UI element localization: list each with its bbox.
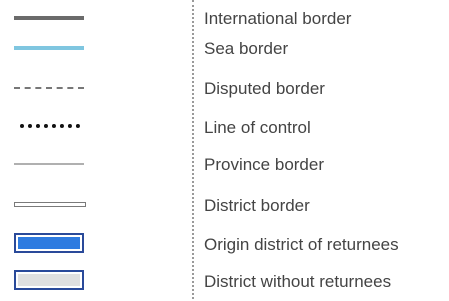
international-border-symbol (14, 16, 84, 20)
legend-label: District without returnees (204, 272, 392, 291)
legend-item-district-border: District border (0, 187, 449, 225)
origin-district-swatch (14, 233, 84, 253)
legend-label: Line of control (204, 118, 311, 137)
legend-label: District border (204, 196, 310, 215)
legend-item-province-border: Province border (0, 146, 449, 184)
disputed-border-symbol (14, 87, 84, 89)
legend-label: Province border (204, 155, 325, 174)
province-border-symbol (14, 163, 84, 165)
sea-border-symbol (14, 46, 84, 50)
legend-item-disputed-border: Disputed border (0, 70, 449, 108)
legend-label: Disputed border (204, 79, 325, 98)
map-legend: International border Sea border Disputed… (0, 0, 449, 299)
line-of-control-symbol (20, 124, 80, 128)
district-border-symbol (14, 202, 86, 207)
legend-item-origin-district: Origin district of returnees (0, 226, 449, 264)
legend-item-district-without-returnees: District without returnees (0, 263, 449, 301)
district-without-returnees-swatch (14, 270, 84, 290)
legend-item-sea-border: Sea border (0, 30, 449, 68)
legend-label: Origin district of returnees (204, 235, 399, 254)
district-without-returnees-fill (18, 274, 80, 286)
legend-label: Sea border (204, 39, 289, 58)
origin-district-fill (18, 237, 80, 249)
legend-item-line-of-control: Line of control (0, 109, 449, 147)
